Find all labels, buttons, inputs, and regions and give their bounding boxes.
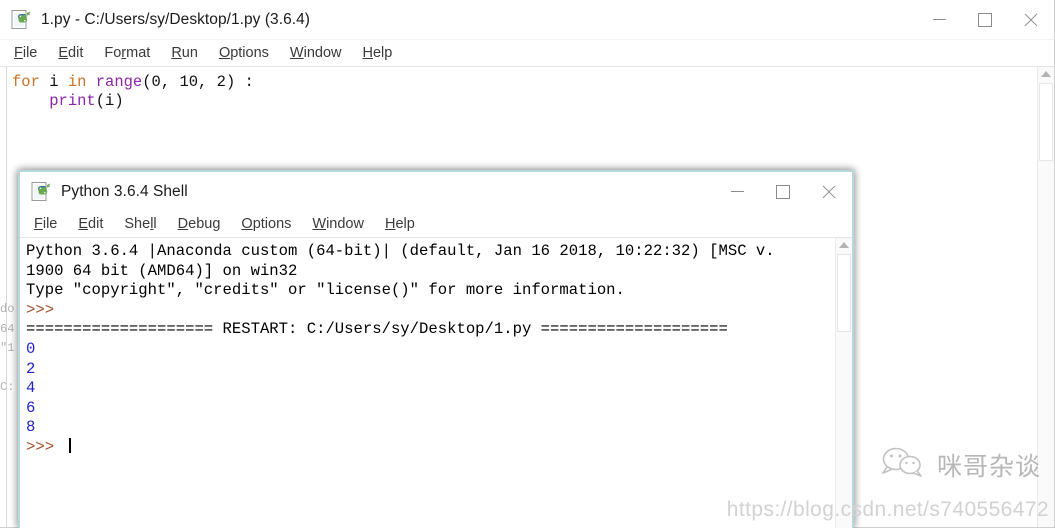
shell-output-value: 2 [26,359,36,378]
editor-title: 1.py - C:/Users/sy/Desktop/1.py (3.6.4) [41,10,310,28]
shell-menu-window[interactable]: Window [312,216,364,232]
editor-titlebar[interactable]: 1.py - C:/Users/sy/Desktop/1.py (3.6.4) [0,0,1054,40]
shell-banner-line-2: 1900 64 bit (AMD64)] on win32 [26,261,298,280]
screen: 1.py - C:/Users/sy/Desktop/1.py (3.6.4) … [0,0,1055,528]
shell-prompt-current: >>> [26,437,64,456]
shell-body: Python 3.6.4 |Anaconda custom (64-bit)| … [20,238,852,528]
editor-menubar: File Edit Format Run Options Window Help [0,40,1054,67]
code-builtin-range: range [86,73,143,91]
shell-banner-line-1: Python 3.6.4 |Anaconda custom (64-bit)| … [26,242,775,260]
editor-left-rule [6,67,7,527]
shell-restart-banner: ==================== RESTART: C:/Users/s… [26,320,728,339]
maximize-icon[interactable] [760,172,806,212]
minimize-icon[interactable] [714,172,760,212]
shell-menu-edit[interactable]: Edit [78,216,103,232]
shell-prompt-first: >>> [26,300,64,319]
shell-vertical-scrollbar[interactable] [835,238,852,528]
menu-format[interactable]: Format [104,45,150,61]
code-print-args: (i) [95,92,124,110]
code-builtin-print: print [49,92,96,110]
python-shell-window: Python 3.6.4 Shell File Edit Shell Debug… [18,170,854,528]
scroll-up-arrow-icon[interactable] [1041,71,1051,77]
python-file-icon [10,9,32,31]
shell-title: Python 3.6.4 Shell [61,182,188,200]
menu-file[interactable]: File [14,45,37,61]
shell-output-value: 0 [26,339,36,358]
shell-menu-shell[interactable]: Shell [124,216,156,232]
shell-output-value: 6 [26,398,36,417]
menu-edit[interactable]: Edit [58,45,83,61]
shell-menu-debug[interactable]: Debug [178,216,221,232]
shell-titlebar[interactable]: Python 3.6.4 Shell [20,172,852,211]
shell-output-text[interactable]: Python 3.6.4 |Anaconda custom (64-bit)| … [20,238,835,528]
code-keyword-for: for [12,73,40,91]
scrollbar-thumb[interactable] [1039,83,1053,161]
maximize-icon[interactable] [962,0,1008,40]
shell-banner-line-3: Type "copyright", "credits" or "license(… [26,281,625,300]
menu-run[interactable]: Run [171,45,198,61]
shell-output-value: 4 [26,379,36,398]
menu-help[interactable]: Help [363,45,393,61]
shell-menubar: File Edit Shell Debug Options Window Hel… [20,211,852,238]
close-icon[interactable] [806,172,852,212]
code-var-i: i [39,73,68,91]
code-keyword-in: in [67,73,87,91]
editor-window-controls [916,0,1054,39]
python-file-icon [30,181,52,203]
editor-vertical-scrollbar[interactable] [1037,67,1054,527]
text-caret [69,437,72,453]
editor-ghost-text: do 64 "1 C: [0,302,15,395]
scrollbar-thumb[interactable] [837,254,851,332]
menu-options[interactable]: Options [219,45,269,61]
shell-output-value: 8 [26,418,36,437]
close-icon[interactable] [1008,0,1054,40]
shell-menu-file[interactable]: File [34,216,57,232]
shell-window-controls [714,172,852,211]
code-range-args: (0, 10, 2) : [142,73,254,91]
shell-menu-help[interactable]: Help [385,216,415,232]
shell-menu-options[interactable]: Options [241,216,291,232]
scroll-up-arrow-icon[interactable] [839,242,849,248]
minimize-icon[interactable] [916,0,962,40]
menu-window[interactable]: Window [290,45,342,61]
